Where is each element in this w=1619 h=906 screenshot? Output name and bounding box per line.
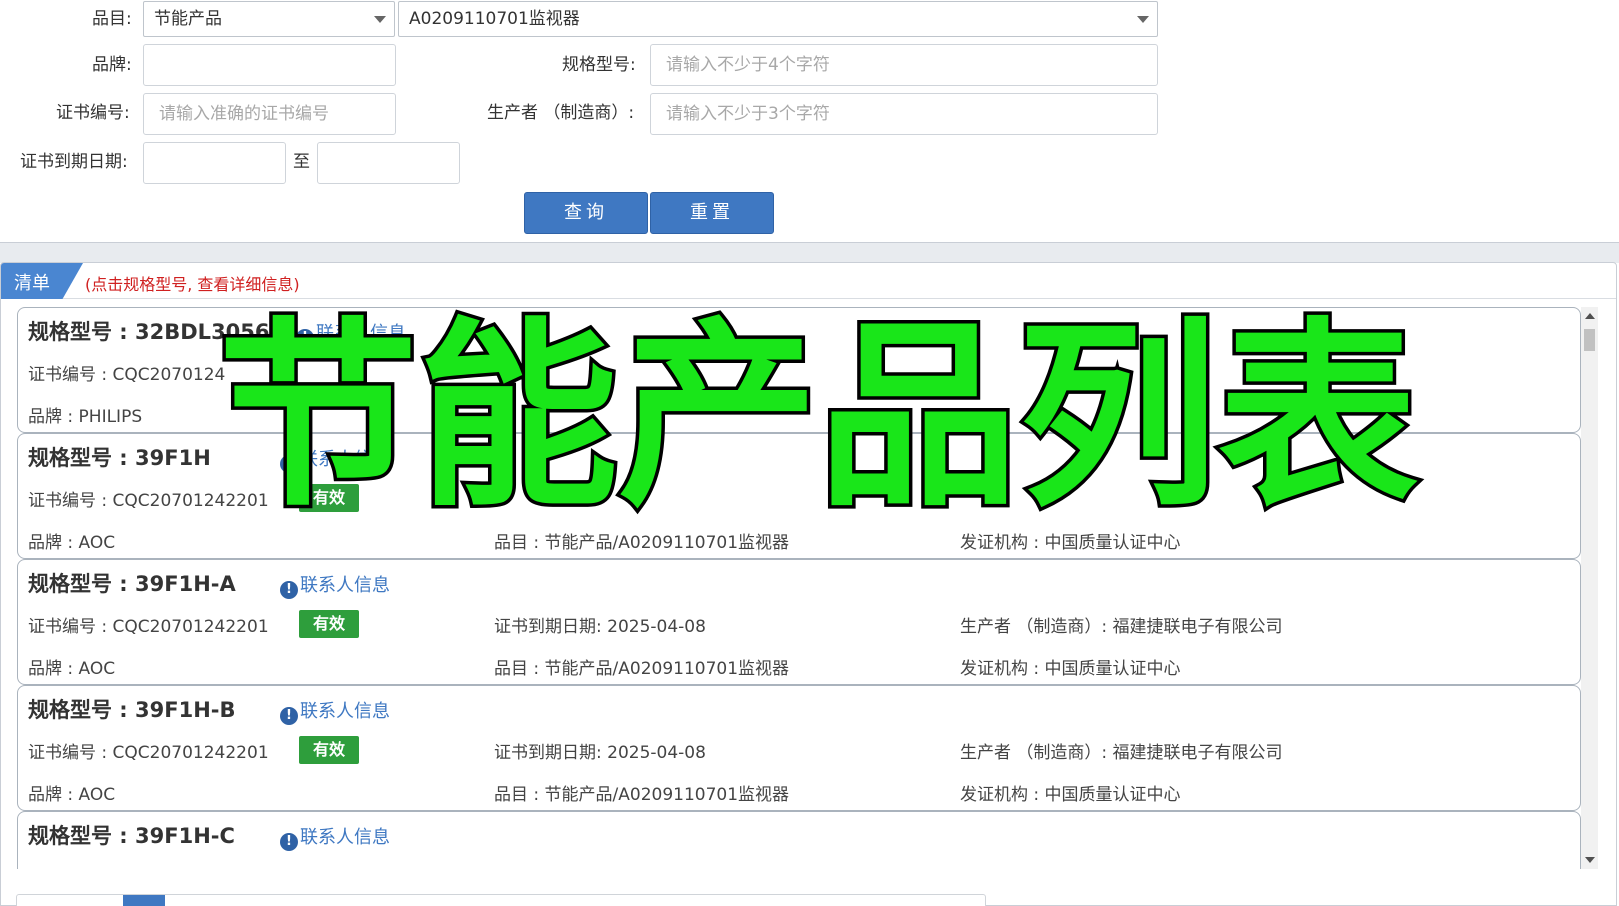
expiry-start-input[interactable] <box>143 142 286 184</box>
cert-no-value: 证书编号 : CQC20701242201 <box>28 617 269 637</box>
status-badge: 有效 <box>299 610 359 638</box>
issuer-value: 发证机构 : 中国质量认证中心 <box>960 785 1181 805</box>
expiry-value: 证书到期日期: 2025-04-08 <box>494 743 706 763</box>
expiry-value: 证书到期日期: 2025-04-08 <box>494 617 706 637</box>
pagination-current-page[interactable] <box>123 895 165 906</box>
producer-value: 生产者 （制造商）: 福建捷联电子有限公司 <box>960 617 1283 637</box>
brand-value: 品牌 : AOC <box>28 533 116 553</box>
pagination <box>16 894 986 906</box>
contact-info-link[interactable]: ! 联系人信息 <box>280 571 390 599</box>
subcategory-select[interactable]: A0209110701监视器 <box>398 1 1158 37</box>
list-hint: (点击规格型号, 查看详细信息) <box>85 275 300 294</box>
expiry-to-label: 至 <box>293 152 310 172</box>
category-value: 品目 : 节能产品/A0209110701监视器 <box>494 785 790 805</box>
cert-no-label: 证书编号: <box>56 103 130 123</box>
contact-info-label: 联系人信息 <box>300 701 390 722</box>
category-label: 品目: <box>92 9 132 29</box>
list-item: 规格型号 : 39F1H-B ! 联系人信息 证书编号 : CQC20701242… <box>17 685 1581 811</box>
list-item: 规格型号 : 39F1H-C ! 联系人信息 <box>17 811 1581 869</box>
chevron-down-icon <box>374 16 386 23</box>
cert-no-input[interactable] <box>143 93 396 135</box>
list-header: 清单 (点击规格型号, 查看详细信息) <box>1 263 1616 299</box>
section-divider <box>0 243 1619 263</box>
info-icon: ! <box>280 581 298 599</box>
brand-value: 品牌 : PHILIPS <box>28 407 143 427</box>
brand-label: 品牌: <box>92 55 132 75</box>
cert-no-value: 证书编号 : CQC20701242201 <box>28 743 269 763</box>
tab-list[interactable]: 清单 <box>1 263 83 299</box>
status-badge: 有效 <box>299 736 359 764</box>
model-input[interactable] <box>650 44 1158 86</box>
brand-value: 品牌 : AOC <box>28 659 116 679</box>
info-icon: ! <box>280 833 298 851</box>
model-link[interactable]: 规格型号 : 39F1H-B <box>28 694 236 724</box>
producer-value: 生产者 （制造商）: 福建捷联电子有限公司 <box>960 743 1283 763</box>
producer-label: 生产者 （制造商）: <box>487 103 635 123</box>
model-link[interactable]: 规格型号 : 39F1H <box>28 442 211 472</box>
expiry-label: 证书到期日期: <box>20 152 128 172</box>
chevron-down-icon <box>1137 16 1149 23</box>
brand-input[interactable] <box>143 44 396 86</box>
scroll-down-arrow-icon[interactable] <box>1585 857 1595 863</box>
scroll-up-arrow-icon[interactable] <box>1585 313 1595 319</box>
tab-list-label: 清单 <box>14 273 50 294</box>
contact-info-label: 联系人信息 <box>300 575 390 596</box>
query-button[interactable]: 查询 <box>524 192 648 234</box>
model-label: 规格型号: <box>562 55 636 75</box>
producer-input[interactable] <box>650 93 1158 135</box>
category-select-value: 节能产品 <box>154 9 222 29</box>
contact-info-link[interactable]: ! 联系人信息 <box>280 823 390 851</box>
model-link[interactable]: 规格型号 : 39F1H-C <box>28 820 235 850</box>
expiry-end-input[interactable] <box>317 142 460 184</box>
brand-value: 品牌 : AOC <box>28 785 116 805</box>
reset-button[interactable]: 重置 <box>650 192 774 234</box>
category-value: 品目 : 节能产品/A0209110701监视器 <box>494 659 790 679</box>
list-item: 规格型号 : 39F1H-A ! 联系人信息 证书编号 : CQC20701242… <box>17 559 1581 685</box>
search-form: 品目: 节能产品 A0209110701监视器 品牌: 规格型号: 证书编号: … <box>0 0 1619 243</box>
info-icon: ! <box>280 707 298 725</box>
contact-info-label: 联系人信息 <box>300 827 390 848</box>
subcategory-select-value: A0209110701监视器 <box>409 9 580 29</box>
cert-no-value: 证书编号 : CQC2070124 <box>28 365 226 385</box>
category-select[interactable]: 节能产品 <box>143 1 395 37</box>
overlay-title: 节能产品列表 <box>214 301 1421 534</box>
issuer-value: 发证机构 : 中国质量认证中心 <box>960 659 1181 679</box>
list-scrollbar[interactable] <box>1581 307 1598 869</box>
contact-info-link[interactable]: ! 联系人信息 <box>280 697 390 725</box>
scrollbar-thumb[interactable] <box>1584 329 1595 351</box>
model-link[interactable]: 规格型号 : 39F1H-A <box>28 568 236 598</box>
